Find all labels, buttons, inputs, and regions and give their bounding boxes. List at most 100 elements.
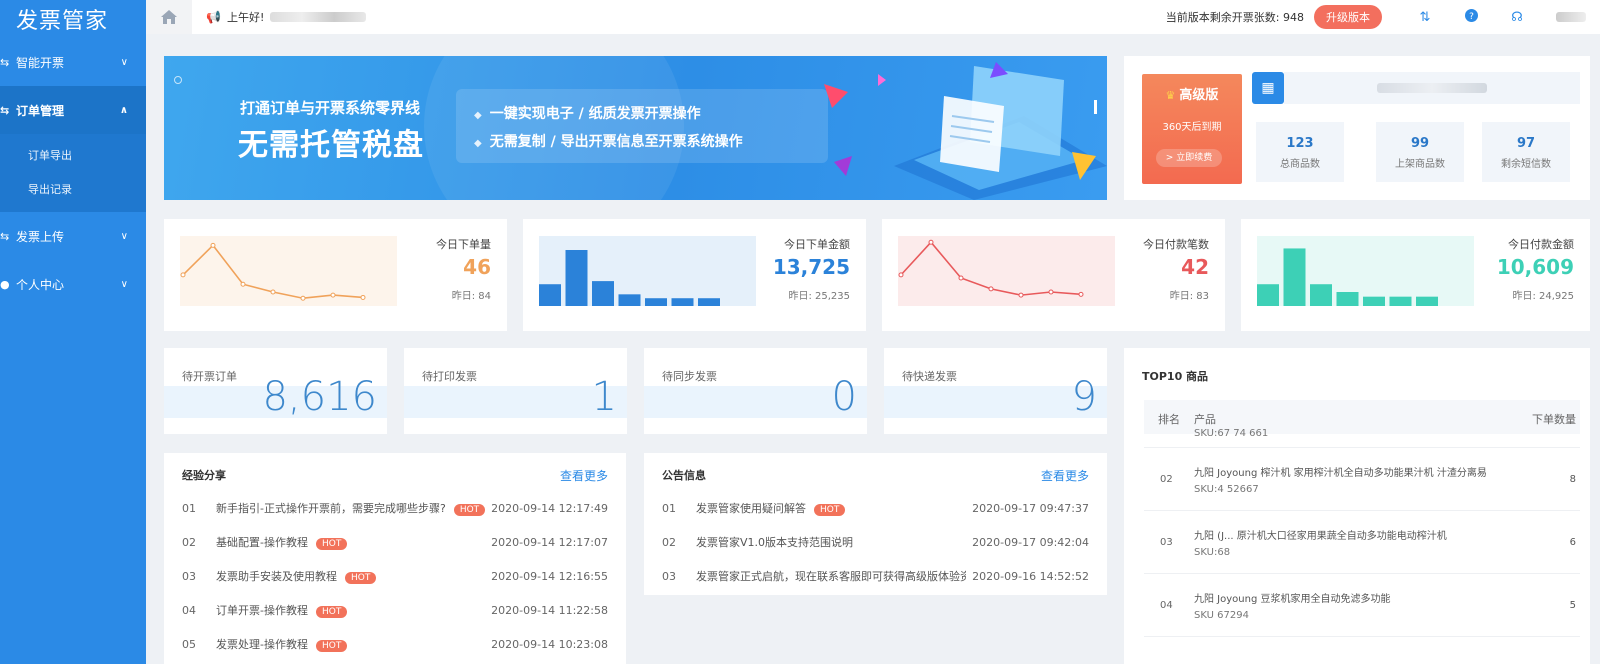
stat-card-order-amount-today: 今日下单金额 13,725 昨日: 25,235 — [523, 219, 866, 331]
sparkline-point — [360, 294, 366, 300]
pending-card-to-print[interactable]: 待打印发票 1 — [404, 348, 627, 434]
list-item[interactable]: 05 发票处理-操作教程 HOT 2020-09-14 10:23:08 — [182, 635, 608, 653]
panel-title: 经验分享 — [182, 469, 226, 482]
home-icon — [161, 10, 177, 24]
megaphone-icon: 📢 — [206, 10, 221, 24]
sparkline-point — [330, 292, 336, 298]
sidebar-subitem-export-records[interactable]: 导出记录 — [0, 172, 146, 206]
table-row[interactable]: 02 九阳 Joyoung 榨汁机 家用榨汁机全自动多功能果汁机 汁渣分离易 S… — [1144, 448, 1580, 511]
renew-button[interactable]: > 立即续费 — [1156, 149, 1222, 167]
banner-feature: ◆ 一键实现电子 / 纸质发票开票操作 — [474, 106, 701, 122]
pending-value: 9 — [1071, 374, 1097, 420]
hot-badge: HOT — [315, 640, 348, 652]
sparkline-point — [958, 275, 964, 281]
pending-label: 待打印发票 — [422, 370, 477, 383]
notice-panel: 公告信息 查看更多 01 发票管家使用疑问解答 HOT 2020-09-17 09… — [644, 453, 1107, 595]
table-row[interactable]: SKU:67 74 661 — [1144, 406, 1580, 448]
headset-icon[interactable]: ☊ — [1510, 10, 1524, 25]
list-item[interactable]: 01 新手指引-正式操作开票前，需要完成哪些步骤? HOT 2020-09-14 … — [182, 499, 608, 517]
sidebar-subitem-order-export[interactable]: 订单导出 — [0, 138, 146, 172]
hot-badge: HOT — [814, 504, 846, 516]
sidebar-item-personal-center[interactable]: ● 个人中心 ∨ — [0, 260, 146, 308]
greeting-text: 上午好! — [226, 11, 265, 24]
top10-panel: TOP10 商品 排名 产品 下单数量 SKU:67 74 661 02 九阳 … — [1124, 348, 1590, 664]
sparkline-bar — [1336, 292, 1359, 306]
sparkline-bar — [698, 298, 720, 306]
version-title: ♛ 高级版 — [1165, 88, 1219, 103]
pending-card-to-sync[interactable]: 待同步发票 0 — [644, 348, 867, 434]
sparkline-bar — [1257, 284, 1279, 306]
stat-label: 今日下单量 — [436, 238, 491, 251]
stat-listed-products: 99 上架商品数 — [1376, 122, 1464, 182]
table-row[interactable]: 03 九阳 (J... 原汁机大口径家用果蔬全自动多功能电动榨汁机 SKU:68… — [1144, 511, 1580, 574]
refresh-icon[interactable]: ⇅ — [1418, 10, 1432, 25]
pending-card-to-express[interactable]: 待快递发票 9 — [884, 348, 1107, 434]
top-right-tools: 当前版本剩余开票张数: 948 升级版本 ⇅ ? ☊ — [1166, 0, 1600, 34]
sparkline-bar — [1283, 248, 1306, 306]
chevron-down-icon: ∨ — [120, 230, 128, 242]
list-item[interactable]: 02 发票管家V1.0版本支持范围说明 2020-09-17 09:42:04 — [662, 533, 1089, 551]
sidebar-item-label: 个人中心 — [16, 277, 65, 292]
blurred-user-menu[interactable] — [1556, 12, 1586, 22]
sidebar-item-smart-invoice[interactable]: ⇆ 智能开票 ∨ — [0, 38, 146, 86]
banner-features: ◆ 一键实现电子 / 纸质发票开票操作 ◆ 无需复制 / 导出开票信息至开票系统操作 — [456, 89, 828, 163]
sparkline-bar — [1310, 284, 1332, 306]
blurred-username — [270, 12, 367, 22]
sparkline-point — [210, 242, 216, 248]
greeting: 📢 上午好! — [206, 9, 367, 25]
home-button[interactable] — [146, 0, 192, 34]
sidebar-item-label: 发票上传 — [16, 229, 65, 244]
experience-panel: 经验分享 查看更多 01 新手指引-正式操作开票前，需要完成哪些步骤? HOT 2… — [164, 453, 626, 664]
sparkline — [180, 236, 397, 306]
diamond-icon: ◆ — [474, 110, 482, 121]
table-row[interactable]: 04 九阳 Joyoung 豆浆机家用全自动免滤多功能 SKU 67294 5 — [1144, 574, 1580, 637]
sidebar-submenu: 订单导出 导出记录 — [0, 134, 146, 212]
upgrade-button[interactable]: 升级版本 — [1314, 5, 1382, 29]
list-item[interactable]: 01 发票管家使用疑问解答 HOT 2020-09-17 09:47:37 — [662, 499, 1089, 517]
pending-value: 1 — [591, 374, 617, 420]
app-logo: 发票管家 — [16, 9, 109, 34]
sparkline-bar — [1416, 296, 1438, 306]
version-expiry: 360天后到期 — [1162, 122, 1222, 133]
chevron-down-icon: ∨ — [120, 278, 128, 290]
stat-value: 13,725 — [772, 255, 850, 279]
invoice-icon: ⇆ — [0, 55, 10, 69]
sparkline — [1257, 236, 1474, 306]
sparkline-point — [928, 239, 934, 245]
list-item[interactable]: 03 发票助手安装及使用教程 HOT 2020-09-14 12:16:55 — [182, 567, 608, 585]
stat-remaining-sms: 97 剩余短信数 — [1482, 122, 1570, 182]
list-item[interactable]: 04 订单开票-操作教程 HOT 2020-09-14 11:22:58 — [182, 601, 608, 619]
chevron-up-icon: ∧ — [119, 104, 128, 116]
help-icon[interactable]: ? — [1464, 8, 1478, 26]
banner-headline: 无需托管税盘 — [238, 128, 424, 163]
hot-badge: HOT — [453, 504, 486, 516]
sparkline-point — [300, 295, 306, 301]
sparkline-point — [240, 281, 246, 287]
pending-label: 待快递发票 — [902, 370, 957, 383]
sparkline-point — [988, 286, 994, 292]
pending-card-to-invoice[interactable]: 待开票订单 8,616 — [164, 348, 387, 434]
view-more-link[interactable]: 查看更多 — [1041, 467, 1089, 484]
pending-value: 0 — [831, 374, 857, 420]
user-icon: ● — [0, 277, 10, 291]
hot-badge: HOT — [315, 606, 348, 618]
version-badge: ♛ 高级版 360天后到期 > 立即续费 — [1142, 74, 1242, 184]
sidebar-item-order-management[interactable]: ⇆ 订单管理 ∧ — [0, 86, 146, 134]
sidebar-item-invoice-upload[interactable]: ⇆ 发票上传 ∨ — [0, 212, 146, 260]
sparkline-bar — [1389, 296, 1412, 306]
promo-banner[interactable]: 打通订单与开票系统零界线 无需托管税盘 ◆ 一键实现电子 / 纸质发票开票操作 ◆… — [164, 56, 1107, 200]
list-item[interactable]: 03 发票管家正式启航，现在联系客服即可获得高级版体验资格 2020-09-16… — [662, 567, 1089, 585]
list-item[interactable]: 02 基础配置-操作教程 HOT 2020-09-14 12:17:07 — [182, 533, 608, 551]
stat-label: 今日付款金额 — [1508, 238, 1574, 251]
sparkline — [898, 236, 1115, 306]
sparkline-bar — [1363, 296, 1385, 306]
crown-icon: ♛ — [1165, 89, 1176, 102]
stat-card-payments-today: 今日付款笔数 42 昨日: 83 — [882, 219, 1225, 331]
stat-value: 46 — [463, 255, 491, 279]
stat-yesterday: 昨日: 83 — [1169, 291, 1209, 302]
pending-label: 待同步发票 — [662, 370, 717, 383]
view-more-link[interactable]: 查看更多 — [560, 467, 608, 484]
sidebar-item-label: 订单管理 — [16, 103, 65, 118]
sidebar: 发票管家 ⇆ 智能开票 ∨ ⇆ 订单管理 ∧ 订单导出 导出记录 ⇆ 发票上传 … — [0, 0, 146, 664]
remaining-invoices: 当前版本剩余开票张数: 948 — [1165, 11, 1304, 24]
